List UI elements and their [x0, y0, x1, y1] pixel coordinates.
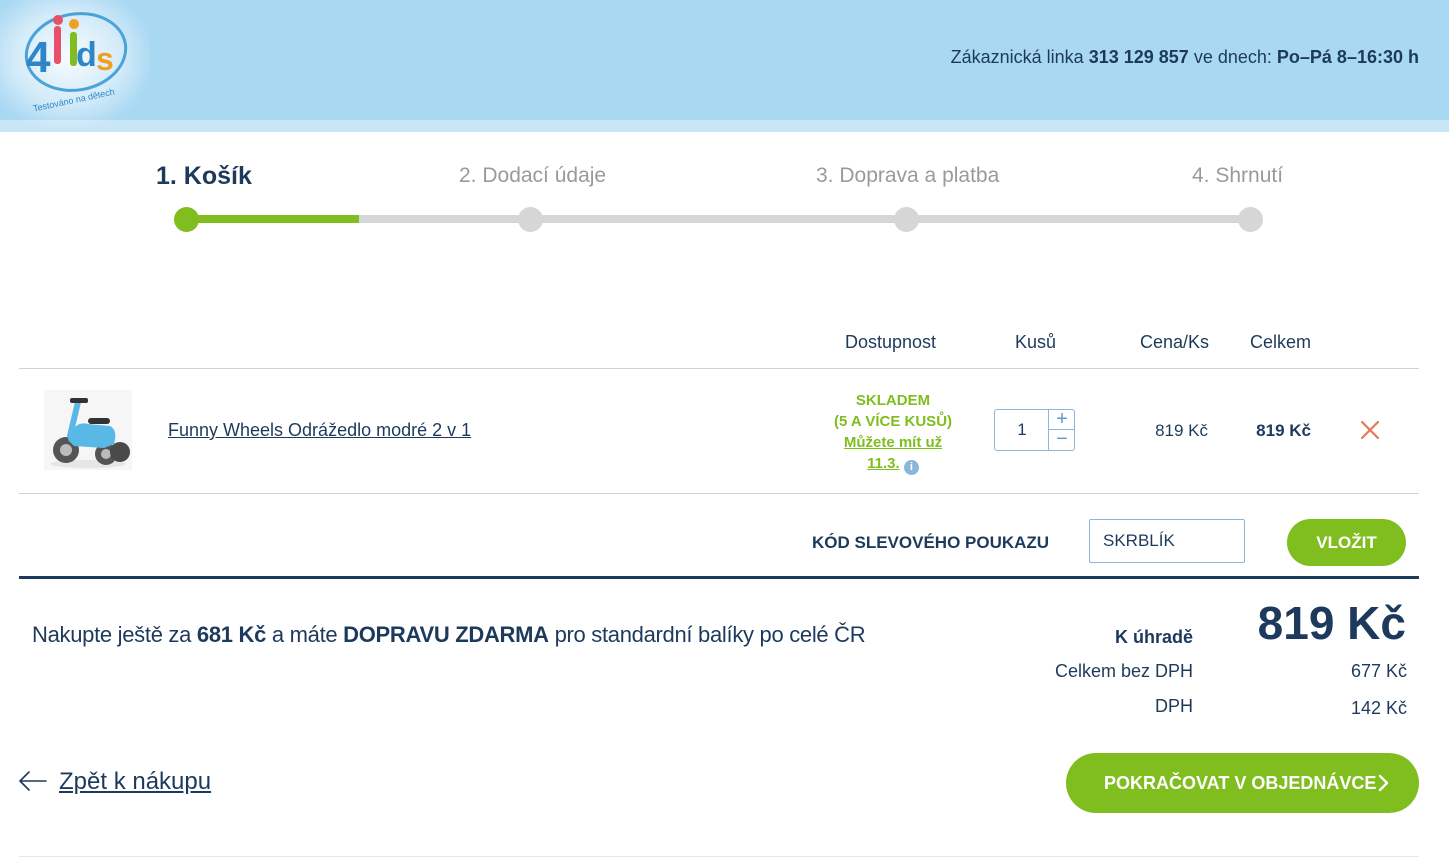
chevron-right-icon	[1378, 774, 1389, 792]
logo-graphic: 4 d s Testováno na dětech	[24, 12, 128, 114]
site-logo[interactable]: 4 d s Testováno na dětech	[14, 4, 132, 114]
hotline-middle: ve dnech:	[1193, 47, 1272, 67]
table-divider-bottom	[19, 493, 1419, 494]
vat-label: DPH	[1154, 696, 1193, 716]
header-strip	[0, 120, 1449, 132]
free-shipping-prefix: Nakupte ještě za	[32, 622, 192, 647]
step-dot-cart	[174, 207, 199, 232]
customer-hotline: Zákaznická linka 313 129 857 ve dnech: P…	[951, 47, 1419, 68]
column-header-availability: Dostupnost	[845, 332, 937, 352]
availability-info: SKLADEM (5 A VÍCE KUSŮ) Můžete mít už 11…	[818, 390, 968, 475]
to-pay-value: 819 Kč	[1257, 597, 1406, 649]
continue-order-label: POKRAČOVAT V OBJEDNÁVCE	[1104, 773, 1377, 793]
summary-divider	[19, 576, 1419, 579]
step-shipping-payment: 3. Doprava a platba	[816, 164, 1000, 187]
step-dot-shipping	[894, 207, 919, 232]
page-bottom-divider	[19, 856, 1419, 857]
without-vat-value: 677 Kč	[1350, 661, 1407, 681]
svg-text:4: 4	[26, 33, 51, 82]
continue-order-button[interactable]: POKRAČOVAT V OBJEDNÁVCE	[1066, 753, 1419, 813]
progress-fill	[186, 215, 359, 223]
free-shipping-notice: Nakupte ještě za 681 Kč a máte DOPRAVU Z…	[32, 622, 866, 648]
step-dot-delivery	[518, 207, 543, 232]
voucher-label: KÓD SLEVOVÉHO POUKAZU	[812, 533, 1050, 552]
step-summary: 4. Shrnutí	[1192, 164, 1284, 187]
product-image[interactable]	[44, 390, 132, 470]
back-to-shop-label[interactable]: Zpět k nákupu	[59, 768, 211, 796]
checkout-steps: 1. Košík 2. Dodací údaje 3. Doprava a pl…	[0, 150, 1449, 250]
availability-date-link[interactable]: Můžete mít už	[818, 432, 968, 453]
to-pay-label: K úhradě	[1114, 627, 1193, 647]
voucher-code-input[interactable]: SKRBLÍK	[1089, 519, 1245, 563]
column-header-quantity: Kusů	[1015, 332, 1057, 352]
free-shipping-middle: a máte	[271, 622, 338, 647]
step-dot-summary	[1238, 207, 1263, 232]
quantity-increase-button[interactable]: +	[1048, 409, 1075, 430]
hotline-hours: Po–Pá 8–16:30 h	[1276, 47, 1419, 67]
free-shipping-suffix: pro standardní balíky po celé ČR	[554, 622, 866, 647]
site-header: 4 d s Testováno na dětech Zákaznická lin…	[0, 0, 1449, 132]
free-shipping-highlight: DOPRAVU ZDARMA	[343, 622, 549, 647]
quantity-input[interactable]: 1	[995, 410, 1049, 450]
info-icon[interactable]: i	[903, 460, 919, 475]
availability-link-text[interactable]: Můžete mít už	[844, 434, 942, 451]
step-cart: 1. Košík	[156, 162, 252, 190]
availability-date[interactable]: 11.3.	[867, 455, 900, 472]
close-icon	[1360, 420, 1380, 440]
svg-text:d: d	[76, 36, 97, 74]
step-delivery-details: 2. Dodací údaje	[459, 164, 607, 187]
unit-price: 819 Kč	[1155, 421, 1208, 440]
availability-detail: (5 A VÍCE KUSŮ)	[833, 413, 953, 430]
arrow-left-icon	[19, 771, 47, 791]
row-total-price: 819 Kč	[1256, 421, 1311, 440]
availability-status: SKLADEM	[855, 392, 931, 409]
table-divider-top	[19, 368, 1419, 369]
quantity-decrease-button[interactable]: −	[1048, 429, 1075, 450]
quantity-stepper: 1 + −	[994, 409, 1075, 451]
balance-bike-image	[44, 390, 132, 470]
apply-voucher-button[interactable]: VLOŽIT	[1287, 519, 1406, 566]
without-vat-label: Celkem bez DPH	[1054, 661, 1193, 681]
hotline-phone[interactable]: 313 129 857	[1089, 47, 1189, 67]
product-name-link[interactable]: Funny Wheels Odrážedlo modré 2 v 1	[168, 420, 471, 441]
column-header-unit-price: Cena/Ks	[1140, 332, 1210, 352]
svg-text:s: s	[96, 41, 114, 77]
vat-value: 142 Kč	[1350, 698, 1407, 718]
column-header-total: Celkem	[1250, 332, 1312, 352]
free-shipping-amount: 681 Kč	[196, 622, 267, 647]
hotline-prefix: Zákaznická linka	[950, 47, 1084, 67]
remove-item-button[interactable]	[1358, 418, 1382, 442]
